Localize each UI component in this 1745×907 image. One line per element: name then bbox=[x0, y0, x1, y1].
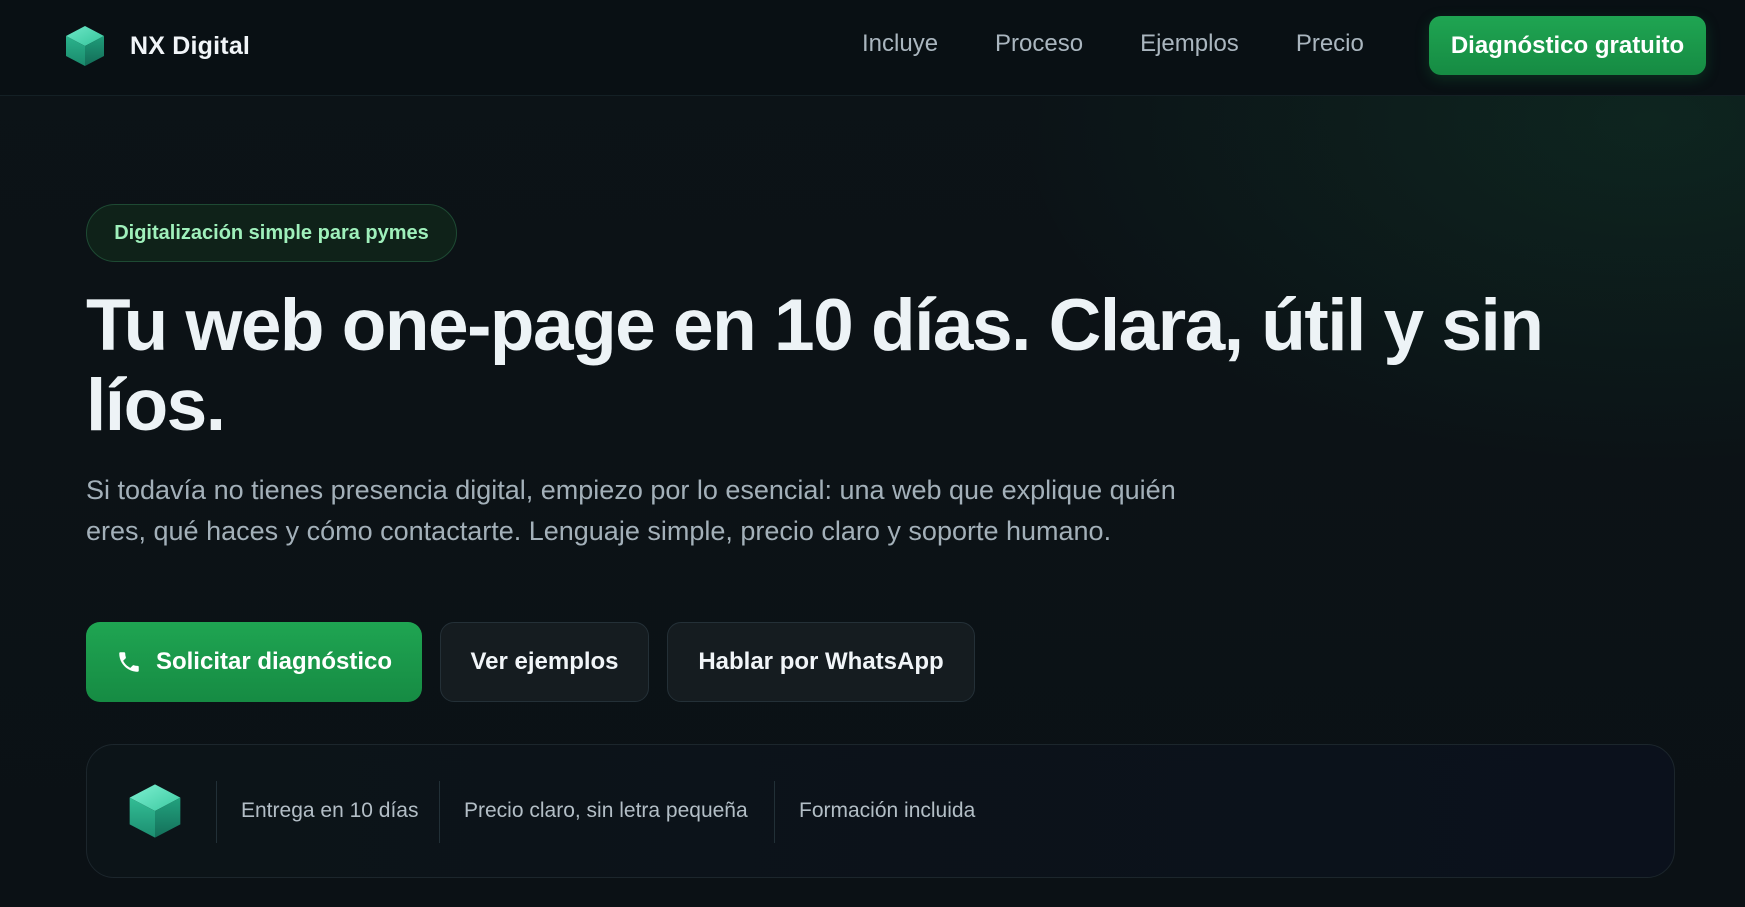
phone-icon bbox=[119, 652, 139, 672]
feature-clear-price: Precio claro, sin letra pequeña bbox=[464, 799, 748, 822]
feature-delivery: Entrega en 10 días bbox=[241, 799, 419, 822]
site-header: NX Digital Incluye Proceso Ejemplos Prec… bbox=[0, 0, 1745, 96]
nav-item-incluye[interactable]: Incluye bbox=[862, 30, 938, 58]
main-nav: Incluye Proceso Ejemplos Precio bbox=[862, 30, 1364, 58]
brand[interactable]: NX Digital bbox=[64, 24, 250, 68]
nav-item-precio[interactable]: Precio bbox=[1296, 30, 1364, 58]
strip-divider bbox=[216, 781, 217, 843]
cube-logo-icon bbox=[66, 26, 104, 66]
free-diagnosis-button[interactable]: Diagnóstico gratuito bbox=[1429, 16, 1706, 75]
hero-headline: Tu web one-page en 10 días. Clara, útil … bbox=[86, 285, 1544, 446]
feature-training: Formación incluida bbox=[799, 799, 976, 822]
brand-name: NX Digital bbox=[130, 31, 251, 60]
nav-item-ejemplos[interactable]: Ejemplos bbox=[1140, 30, 1239, 58]
page: NX Digital Incluye Proceso Ejemplos Prec… bbox=[0, 0, 1745, 907]
hero-subtext: Si todavía no tienes presencia digital, … bbox=[86, 475, 1176, 546]
request-diagnosis-label: Solicitar diagnóstico bbox=[155, 648, 393, 675]
strip-divider bbox=[774, 781, 775, 843]
request-diagnosis-button[interactable]: Solicitar diagnóstico bbox=[86, 622, 422, 702]
view-examples-button[interactable]: Ver ejemplos bbox=[440, 622, 649, 702]
cube-logo-icon bbox=[129, 784, 181, 838]
strip-divider bbox=[439, 781, 440, 843]
tagline-pill: Digitalización simple para pymes bbox=[86, 204, 457, 262]
nav-item-proceso[interactable]: Proceso bbox=[995, 30, 1083, 58]
feature-strip: Entrega en 10 días Precio claro, sin let… bbox=[86, 744, 1675, 878]
whatsapp-button[interactable]: Hablar por WhatsApp bbox=[667, 622, 975, 702]
